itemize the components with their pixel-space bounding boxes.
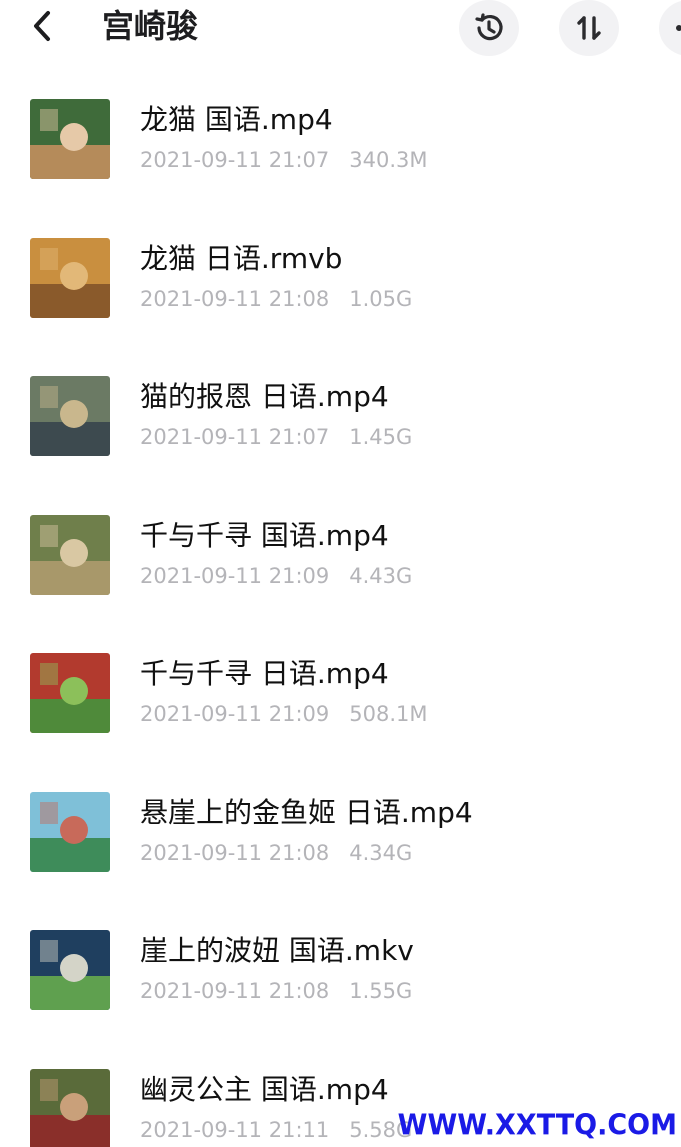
file-name: 龙猫 日语.rmvb (140, 241, 343, 275)
list-item[interactable]: 千与千寻 国语.mp4 2021-09-11 21:09 4.43G (0, 474, 681, 612)
more-button[interactable] (659, 0, 681, 56)
video-thumbnail (30, 653, 110, 733)
file-size: 1.55G (349, 979, 413, 1003)
video-thumbnail (30, 237, 110, 318)
file-name: 千与千寻 国语.mp4 (140, 518, 389, 552)
file-name: 悬崖上的金鱼姬 日语.mp4 (140, 795, 473, 829)
file-meta: 2021-09-11 21:11 5.58G (140, 1116, 412, 1144)
file-name: 崖上的波妞 国语.mkv (140, 934, 414, 967)
file-size: 508.1M (349, 702, 428, 726)
list-item[interactable]: 龙猫 国语.mp4 2021-09-11 21:07 340.3M (0, 58, 681, 196)
file-date: 2021-09-11 21:09 (140, 702, 330, 726)
list-item[interactable]: 千与千寻 日语.mp4 2021-09-11 21:09 508.1M (0, 612, 681, 750)
sort-button[interactable] (559, 0, 619, 56)
file-browser-page: 宫崎骏 龙猫 国语.mp4 2021-09-11 21:07 340.3M 龙猫… (0, 0, 681, 1147)
file-name: 猫的报恩 日语.mp4 (140, 380, 389, 413)
file-name: 龙猫 国语.mp4 (140, 103, 333, 136)
file-date: 2021-09-11 21:07 (140, 425, 330, 449)
list-item[interactable]: 崖上的波妞 国语.mkv 2021-09-11 21:08 1.55G (0, 889, 681, 1027)
file-date: 2021-09-11 21:07 (140, 148, 330, 172)
file-date: 2021-09-11 21:08 (140, 840, 330, 865)
file-size: 4.34G (349, 840, 413, 865)
history-button[interactable] (459, 0, 519, 56)
file-meta: 2021-09-11 21:09 508.1M (140, 700, 428, 728)
video-thumbnail (30, 99, 110, 179)
sort-icon (577, 16, 601, 40)
list-item[interactable]: 猫的报恩 日语.mp4 2021-09-11 21:07 1.45G (0, 335, 681, 473)
file-meta: 2021-09-11 21:08 1.05G (140, 285, 412, 313)
more-icon (676, 25, 681, 31)
top-bar: 宫崎骏 (0, 0, 681, 58)
file-meta: 2021-09-11 21:08 1.55G (140, 977, 412, 1005)
video-thumbnail (30, 514, 110, 595)
video-thumbnail (30, 376, 110, 456)
video-thumbnail (30, 1068, 110, 1147)
file-size: 1.05G (349, 286, 413, 311)
file-date: 2021-09-11 21:11 (140, 1117, 330, 1142)
chevron-left-icon (34, 11, 50, 41)
file-size: 1.45G (349, 425, 413, 449)
video-thumbnail (30, 930, 110, 1010)
file-size: 4.43G (349, 563, 413, 588)
file-date: 2021-09-11 21:09 (140, 563, 330, 588)
file-meta: 2021-09-11 21:08 4.34G (140, 839, 412, 867)
page-title: 宫崎骏 (102, 7, 199, 45)
file-name: 幽灵公主 国语.mp4 (140, 1072, 389, 1106)
watermark: WWW.XXTTQ.COM (397, 1109, 677, 1142)
back-button[interactable] (22, 6, 62, 46)
history-icon (475, 13, 503, 41)
file-date: 2021-09-11 21:08 (140, 286, 330, 311)
list-item[interactable]: 龙猫 日语.rmvb 2021-09-11 21:08 1.05G (0, 197, 681, 335)
file-date: 2021-09-11 21:08 (140, 979, 330, 1003)
file-size: 340.3M (349, 148, 428, 172)
file-meta: 2021-09-11 21:07 1.45G (140, 423, 412, 451)
list-item[interactable]: 悬崖上的金鱼姬 日语.mp4 2021-09-11 21:08 4.34G (0, 751, 681, 889)
video-thumbnail (30, 791, 110, 872)
file-name: 千与千寻 日语.mp4 (140, 657, 389, 690)
file-meta: 2021-09-11 21:07 340.3M (140, 146, 428, 174)
file-meta: 2021-09-11 21:09 4.43G (140, 562, 412, 590)
